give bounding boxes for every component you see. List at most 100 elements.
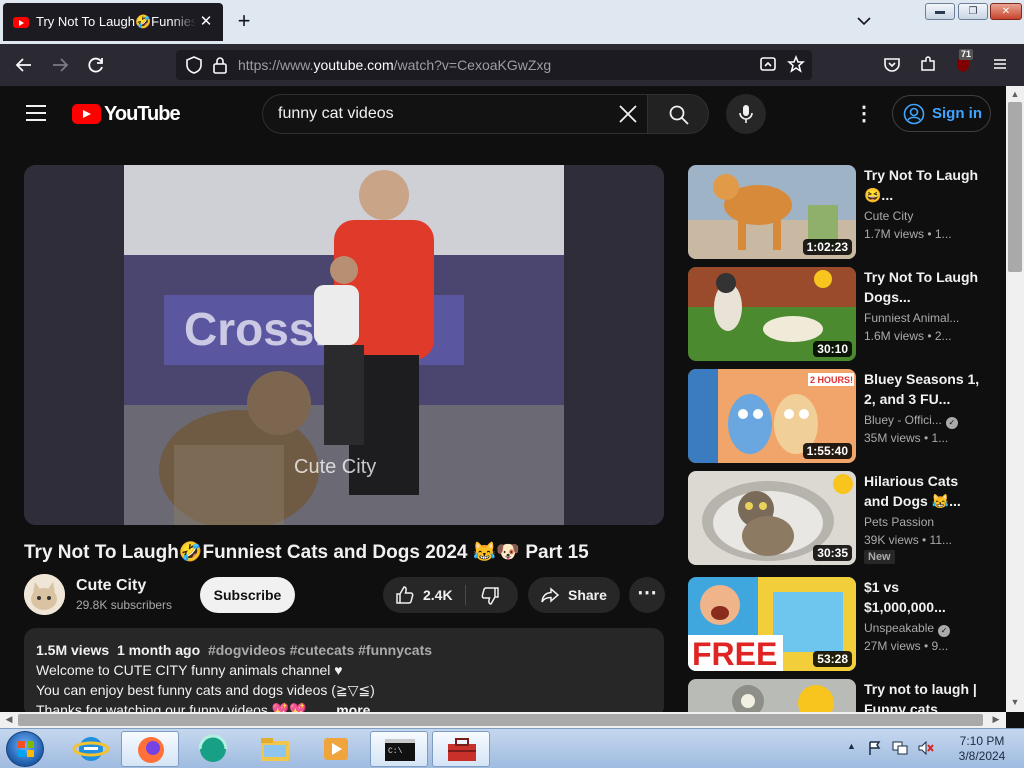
recommendation-item[interactable]: 2 HOURS! 1:55:40 Bluey Seasons 1, 2, and…	[688, 369, 988, 464]
scroll-right-arrow-icon[interactable]: ▶	[988, 714, 1004, 725]
network-icon[interactable]	[891, 740, 909, 756]
recommendation-title[interactable]: Try not to laugh | Funny cats	[864, 679, 982, 712]
forward-icon[interactable]	[50, 55, 70, 75]
media-player-icon[interactable]	[307, 731, 365, 767]
recommendation-thumbnail[interactable]: 30:35	[688, 471, 856, 565]
description-box[interactable]: 1.5M views 1 month ago #dogvideos #cutec…	[24, 628, 664, 718]
recommendation-thumbnail[interactable]: 30:10	[688, 267, 856, 361]
command-prompt-taskbar-button[interactable]: C:\	[370, 731, 428, 767]
youtube-header: YouTube funny cat videos ⋮ Sign in	[0, 86, 1006, 142]
back-icon[interactable]	[14, 55, 34, 75]
recommendation-item[interactable]: 1:02:23 Try Not To Laugh 😆... Cute City …	[688, 165, 988, 260]
new-tab-button[interactable]: +	[234, 10, 254, 32]
recommendation-title[interactable]: Bluey Seasons 1, 2, and 3 FU...	[864, 369, 982, 409]
recommendation-title[interactable]: $1 vs $1,000,000...	[864, 577, 982, 617]
bookmark-star-icon[interactable]	[786, 54, 806, 75]
list-all-tabs-icon[interactable]	[855, 12, 873, 30]
maximize-window-button[interactable]: ❐	[958, 3, 988, 20]
recommendation-channel-row: Bluey - Offici... ✓	[864, 413, 984, 429]
share-button[interactable]: Share	[528, 577, 620, 613]
url-prefix: https://www.	[238, 57, 314, 73]
bluey-overlay-text: 2 HOURS!	[810, 375, 853, 385]
lock-icon[interactable]	[210, 55, 230, 75]
dislike-button[interactable]	[466, 577, 518, 613]
svg-text:C:\: C:\	[388, 747, 403, 756]
show-hidden-icons-icon[interactable]: ▲	[847, 741, 856, 751]
browser-tab-active[interactable]: Try Not To Laugh🤣Funniest Cats and Dogs …	[3, 3, 223, 41]
file-explorer-icon[interactable]	[246, 731, 304, 767]
youtube-logo[interactable]: YouTube	[72, 103, 181, 125]
recommendation-item[interactable]: 30:35 Hilarious Cats and Dogs 😹... Pets …	[688, 471, 988, 566]
scroll-up-arrow-icon[interactable]: ▲	[1007, 89, 1023, 99]
recommendation-thumbnail[interactable]: 2 HOURS! 1:55:40	[688, 369, 856, 463]
scroll-left-arrow-icon[interactable]: ◀	[1, 714, 17, 725]
horizontal-scrollbar[interactable]: ◀ ▶	[0, 712, 1006, 728]
search-input[interactable]: funny cat videos	[262, 94, 648, 134]
voice-search-button[interactable]	[726, 94, 766, 134]
pocket-icon[interactable]	[882, 55, 902, 75]
search-query: funny cat videos	[278, 105, 394, 122]
hashtags[interactable]: #dogvideos #cutecats #funnycats	[208, 642, 432, 658]
recommendation-channel: Unspeakable	[864, 621, 935, 635]
cat-avatar-image	[24, 574, 65, 615]
firefox-taskbar-button[interactable]	[121, 731, 179, 767]
address-bar[interactable]: https://www.youtube.com/watch?v=CexoaKGw…	[176, 50, 812, 80]
recommendation-channel: Bluey - Offici...	[864, 413, 942, 427]
account-circle-icon	[903, 103, 925, 124]
thumbs-down-icon	[481, 587, 499, 605]
extension-badge: 71	[959, 49, 974, 60]
scroll-down-arrow-icon[interactable]: ▼	[1007, 697, 1023, 707]
guide-menu-icon[interactable]	[26, 105, 46, 121]
recommendation-thumbnail[interactable]: 1:02:23	[688, 165, 856, 259]
reader-view-icon[interactable]	[758, 55, 778, 75]
ublock-icon[interactable]: 71	[953, 49, 974, 75]
subscriber-count: 29.8K subscribers	[76, 598, 173, 612]
volume-muted-icon[interactable]	[917, 740, 935, 756]
search-button[interactable]	[647, 94, 709, 134]
close-window-button[interactable]: ✕	[990, 3, 1022, 20]
video-player[interactable]: CrossF Cute City	[24, 165, 664, 525]
toolbox-icon	[448, 738, 476, 761]
more-actions-button[interactable]: ⋯	[629, 577, 665, 613]
url-text: https://www.youtube.com/watch?v=CexoaKGw…	[238, 57, 551, 73]
vertical-scroll-thumb[interactable]	[1008, 102, 1022, 272]
like-button[interactable]: 2.4K	[383, 577, 465, 613]
channel-name[interactable]: Cute City	[76, 577, 146, 595]
recommendation-item[interactable]: Try not to laugh | Funny cats	[688, 679, 988, 712]
cats-meme-thumbnail-image	[688, 679, 856, 712]
recommendation-thumbnail[interactable]: FREE 53:28	[688, 577, 856, 671]
like-dislike-group: 2.4K	[383, 577, 518, 613]
clock-date: 3/8/2024	[958, 749, 1006, 763]
start-orb-icon[interactable]	[6, 731, 44, 767]
horizontal-scroll-thumb[interactable]	[18, 714, 983, 726]
recommendation-item[interactable]: FREE 53:28 $1 vs $1,000,000... Unspeakab…	[688, 577, 988, 672]
browser-tab-strip: Try Not To Laugh🤣Funniest Cats and Dogs …	[0, 0, 1024, 44]
subscribe-button[interactable]: Subscribe	[200, 577, 295, 613]
recommendation-title[interactable]: Try Not To Laugh Dogs...	[864, 267, 982, 307]
action-center-flag-icon[interactable]	[867, 740, 883, 756]
sign-in-button[interactable]: Sign in	[892, 95, 991, 132]
toolbox-taskbar-button[interactable]	[432, 731, 490, 767]
screen: { "browser": { "tab_title": "Try Not To …	[0, 0, 1024, 768]
video-frame-image: CrossF Cute City	[24, 165, 664, 525]
clock[interactable]: 7:10 PM 3/8/2024	[949, 734, 1015, 764]
menu-icon[interactable]	[990, 55, 1010, 75]
recommendation-item[interactable]: 30:10 Try Not To Laugh Dogs... Funniest …	[688, 267, 988, 362]
reload-icon[interactable]	[86, 55, 106, 75]
clear-search-icon[interactable]	[617, 103, 639, 125]
shield-icon[interactable]	[184, 55, 204, 75]
firefox-icon	[138, 737, 164, 763]
channel-avatar[interactable]	[24, 574, 65, 615]
app-green-circle-icon[interactable]	[182, 731, 240, 767]
settings-more-icon[interactable]: ⋮	[853, 103, 875, 125]
extensions-icon[interactable]	[918, 55, 938, 75]
recommendation-title[interactable]: Hilarious Cats and Dogs 😹...	[864, 471, 982, 511]
youtube-favicon-icon	[13, 16, 29, 28]
close-tab-icon[interactable]: ✕	[197, 13, 215, 31]
vertical-scrollbar[interactable]: ▲ ▼	[1006, 86, 1024, 712]
internet-explorer-icon[interactable]	[62, 731, 120, 767]
minimize-window-button[interactable]: ▬	[925, 3, 955, 20]
recommendation-meta: 1.7M views • 1...	[864, 227, 952, 241]
recommendation-title[interactable]: Try Not To Laugh 😆...	[864, 165, 982, 205]
recommendation-thumbnail[interactable]	[688, 679, 856, 712]
